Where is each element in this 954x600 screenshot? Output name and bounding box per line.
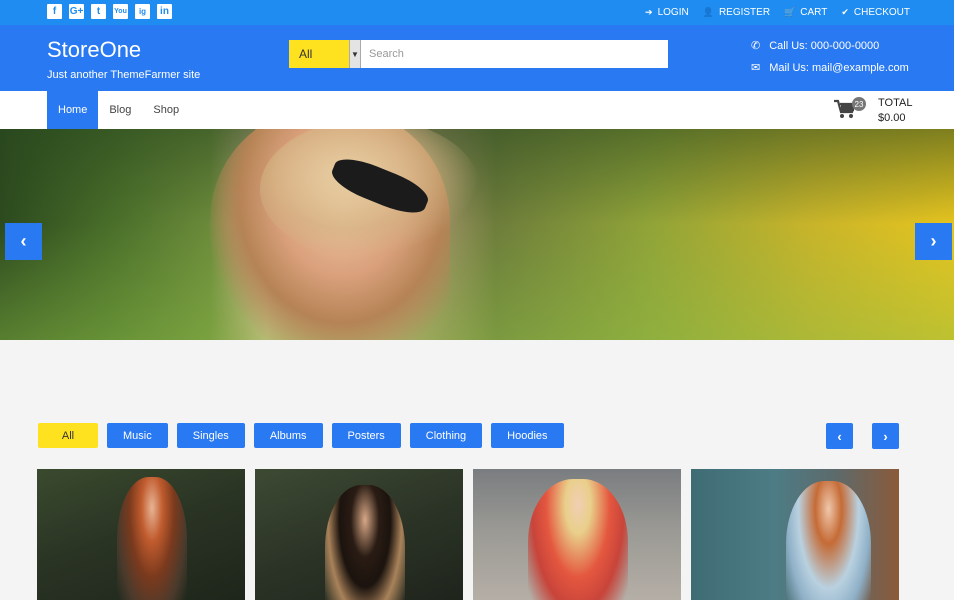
cart-total-label: TOTAL — [878, 96, 912, 111]
checkout-label: CHECKOUT — [854, 7, 910, 18]
filter-music[interactable]: Music — [107, 423, 168, 448]
top-bar: f G+ t You ig in ➔ LOGIN 👤 REGISTER 🛒 CA… — [0, 0, 954, 25]
filter-albums[interactable]: Albums — [254, 423, 323, 448]
category-select-value: All — [289, 47, 312, 61]
chevron-right-icon: › — [931, 231, 937, 252]
slider-prev-button[interactable]: ‹ — [5, 223, 42, 260]
contact-phone: Call Us: 000-000-0000 — [769, 40, 879, 52]
product-grid — [37, 469, 899, 600]
cart-total: TOTAL $0.00 — [878, 96, 912, 126]
filter-hoodies[interactable]: Hoodies — [491, 423, 563, 448]
phone-icon: ✆ — [751, 39, 760, 52]
site-header: StoreOne Just another ThemeFarmer site A… — [0, 25, 954, 91]
category-select[interactable]: All — [289, 40, 349, 68]
social-links: f G+ t You ig in — [47, 4, 172, 19]
account-links: ➔ LOGIN 👤 REGISTER 🛒 CART ✔ CHECKOUT — [645, 0, 910, 25]
nav-item-blog[interactable]: Blog — [98, 91, 142, 129]
contact-info: ✆ Call Us: 000-000-0000 ✉ Mail Us: mail@… — [751, 39, 909, 74]
hero-slider — [0, 129, 954, 340]
product-image — [325, 485, 405, 600]
youtube-icon[interactable]: You — [113, 4, 128, 19]
site-title[interactable]: StoreOne — [47, 37, 200, 63]
google-plus-icon[interactable]: G+ — [69, 4, 84, 19]
mail-icon: ✉ — [751, 61, 760, 74]
chevron-left-icon: ‹ — [21, 231, 27, 252]
cart-total-value: $0.00 — [878, 111, 912, 126]
product-card[interactable] — [255, 469, 463, 600]
cart-link[interactable]: 🛒 CART — [784, 7, 827, 18]
chevron-left-icon: ‹ — [837, 429, 841, 444]
product-image — [786, 481, 871, 600]
cart-label: CART — [800, 7, 827, 18]
main-nav: Home Blog Shop 23 TOTAL $0.00 — [0, 91, 954, 129]
checkout-icon: ✔ — [841, 7, 849, 18]
site-tagline: Just another ThemeFarmer site — [47, 69, 200, 81]
chevron-down-icon[interactable]: ▼ — [349, 40, 361, 68]
product-card[interactable] — [37, 469, 245, 600]
product-card[interactable] — [691, 469, 899, 600]
login-icon: ➔ — [645, 7, 653, 18]
filter-posters[interactable]: Posters — [332, 423, 401, 448]
cart-count-badge: 23 — [852, 97, 866, 111]
login-label: LOGIN — [658, 7, 689, 18]
register-icon: 👤 — [703, 7, 714, 18]
product-card[interactable] — [473, 469, 681, 600]
hero-backdrop — [0, 129, 954, 340]
search-bar: All ▼ — [289, 40, 668, 68]
nav-item-shop[interactable]: Shop — [142, 91, 190, 129]
facebook-icon[interactable]: f — [47, 4, 62, 19]
twitter-icon[interactable]: t — [91, 4, 106, 19]
login-link[interactable]: ➔ LOGIN — [645, 7, 689, 18]
filter-all[interactable]: All — [38, 423, 98, 448]
nav-item-home[interactable]: Home — [47, 91, 98, 129]
slider-next-button[interactable]: › — [915, 223, 952, 260]
brand: StoreOne Just another ThemeFarmer site — [47, 37, 200, 81]
filter-singles[interactable]: Singles — [177, 423, 245, 448]
checkout-link[interactable]: ✔ CHECKOUT — [841, 7, 910, 18]
products-prev-button[interactable]: ‹ — [826, 423, 853, 449]
register-label: REGISTER — [719, 7, 770, 18]
filter-clothing[interactable]: Clothing — [410, 423, 482, 448]
products-next-button[interactable]: › — [872, 423, 899, 449]
linkedin-icon[interactable]: in — [157, 4, 172, 19]
instagram-icon[interactable]: ig — [135, 4, 150, 19]
product-image — [528, 479, 628, 600]
search-input[interactable] — [361, 40, 668, 68]
contact-mail[interactable]: Mail Us: mail@example.com — [769, 62, 909, 74]
product-image — [117, 477, 187, 600]
chevron-right-icon: › — [883, 429, 887, 444]
product-filters: All Music Singles Albums Posters Clothin… — [38, 423, 564, 448]
register-link[interactable]: 👤 REGISTER — [703, 7, 770, 18]
cart-icon: 🛒 — [784, 7, 795, 18]
